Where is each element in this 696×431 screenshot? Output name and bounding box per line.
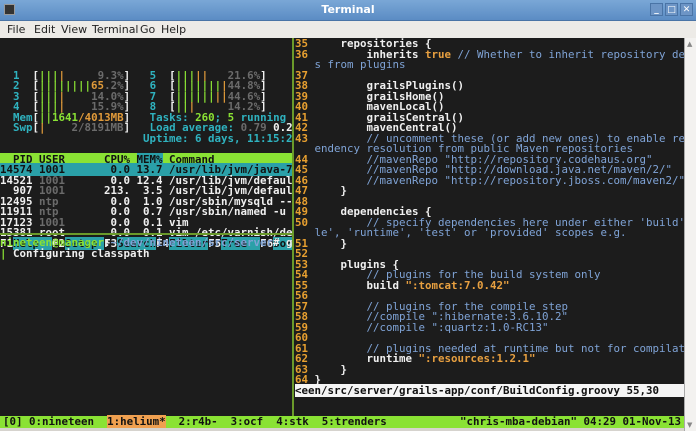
tmux-window-tab[interactable]: 3:ocf bbox=[231, 415, 264, 428]
scroll-down-arrow-icon[interactable]: ▼ bbox=[687, 421, 692, 429]
htop-row-segment bbox=[0, 132, 143, 145]
menu-view[interactable]: View bbox=[61, 23, 87, 36]
pane-divider-vertical[interactable] bbox=[292, 38, 294, 416]
tmux-host-clock: "chris-mba-debian" 04:29 01-Nov-13 bbox=[459, 415, 681, 428]
menu-go[interactable]: Go bbox=[140, 23, 155, 36]
menu-bar: File Edit View Terminal Go Help bbox=[0, 21, 696, 38]
scrollbar[interactable]: ▲ ▼ bbox=[684, 38, 696, 431]
vim-line: 47 } bbox=[295, 184, 684, 197]
menu-edit[interactable]: Edit bbox=[34, 23, 55, 36]
vim-pane[interactable]: 35 repositories {36 inherits true // Whe… bbox=[295, 38, 684, 416]
vim-line-segment: //mavenRepo "http://repository.jboss.com… bbox=[314, 173, 684, 187]
vim-line-segment: //compile ":quartz:1.0-RC13" bbox=[314, 320, 549, 334]
vim-line: 46 //mavenRepo "http://repository.jboss.… bbox=[295, 173, 684, 187]
tmux-window-tab[interactable]: 5:trenders bbox=[322, 415, 387, 428]
shell-line-segment: # grails bbox=[273, 236, 292, 249]
vim-line-segment: true bbox=[425, 47, 452, 61]
htop-output: 1 [|||| 9.3%] 5 [||||| 21.6%] 2 [|||||||… bbox=[0, 60, 292, 250]
vim-line-segment: } bbox=[314, 236, 348, 250]
tmux-status-bar: [0] 0:nineteen 1:helium* 2:r4b- 3:ocf 4:… bbox=[0, 415, 684, 428]
vim-line-segment: ":tomcat:7.0.42" bbox=[405, 278, 510, 292]
tmux-window-tab[interactable]: 4:stk bbox=[276, 415, 309, 428]
tmux-window-tab[interactable]: 2:r4b- bbox=[179, 415, 218, 428]
menu-file[interactable]: File bbox=[7, 23, 25, 36]
tmux-window-tab[interactable]: 0:nineteen bbox=[29, 415, 94, 428]
close-button[interactable]: ✕ bbox=[680, 3, 693, 16]
vim-line: 63 } bbox=[295, 364, 684, 376]
vim-line-segment: // Whether to inherit repository definit… bbox=[457, 47, 684, 61]
vim-line: 62 runtime ":resources:1.2.1" bbox=[295, 352, 684, 365]
htop-row-segment: Uptime: bbox=[143, 131, 196, 145]
vim-line-segment: <een/src/server/grails-app/conf/BuildCon… bbox=[295, 383, 684, 397]
tmux-window-tab[interactable]: 1:helium* bbox=[107, 415, 166, 428]
vim-line: s from plugins bbox=[295, 59, 684, 71]
htop-row-segment: 6 days, 11:15:24 bbox=[195, 131, 292, 145]
menu-help[interactable]: Help bbox=[161, 23, 186, 36]
vim-status-line: <een/src/server/grails-app/conf/BuildCon… bbox=[295, 383, 684, 397]
vim-line: le', 'runtime', 'test' or 'provided' sco… bbox=[295, 227, 684, 239]
shell-line-segment: Configuring classpath bbox=[6, 246, 150, 260]
vim-line-segment: ":resources:1.2.1" bbox=[418, 352, 536, 365]
tmux-session: [0] bbox=[3, 415, 23, 428]
window-title: Terminal bbox=[321, 3, 375, 16]
title-bar: Terminal _ □ ✕ bbox=[0, 0, 696, 21]
shell-output: nineteen@manager:~/dev/nineteen/src/serv… bbox=[0, 236, 292, 260]
terminal-area[interactable]: 1 [|||| 9.3%] 5 [||||| 21.6%] 2 [|||||||… bbox=[0, 38, 684, 416]
maximize-button[interactable]: □ bbox=[665, 3, 678, 16]
pane-divider-horizontal[interactable] bbox=[0, 233, 292, 235]
shell-line: | Configuring classpath bbox=[0, 246, 292, 260]
htop-pane[interactable]: 1 [|||| 9.3%] 5 [||||| 21.6%] 2 [|||||||… bbox=[0, 38, 292, 416]
vim-line-segment: } bbox=[314, 184, 348, 197]
htop-row: Uptime: 6 days, 11:15:24 bbox=[0, 131, 292, 145]
vim-line: 55 build ":tomcat:7.0.42" bbox=[295, 278, 684, 292]
minimize-button[interactable]: _ bbox=[650, 3, 663, 16]
vim-line-segment: build bbox=[314, 278, 406, 292]
scroll-up-arrow-icon[interactable]: ▲ bbox=[687, 40, 692, 48]
menu-terminal[interactable]: Terminal bbox=[92, 23, 139, 36]
vim-line: 59 //compile ":quartz:1.0-RC13" bbox=[295, 320, 684, 334]
vim-line: 51 } bbox=[295, 236, 684, 250]
